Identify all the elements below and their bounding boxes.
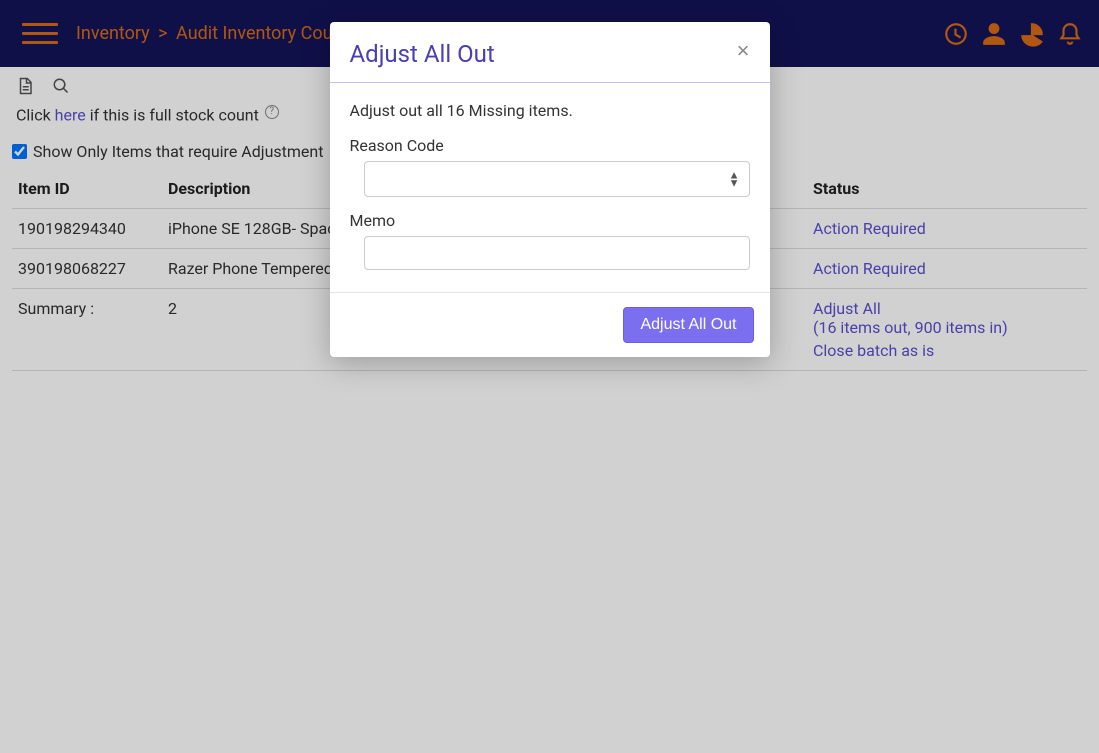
- reason-code-label: Reason Code: [350, 136, 750, 155]
- close-icon[interactable]: ×: [737, 40, 750, 62]
- modal-title: Adjust All Out: [350, 40, 495, 68]
- adjust-all-out-modal: Adjust All Out × Adjust out all 16 Missi…: [330, 22, 770, 357]
- modal-message: Adjust out all 16 Missing items.: [350, 101, 750, 120]
- adjust-all-out-button[interactable]: Adjust All Out: [623, 307, 753, 343]
- modal-footer: Adjust All Out: [330, 292, 770, 357]
- memo-label: Memo: [350, 211, 750, 230]
- memo-input[interactable]: [364, 236, 750, 270]
- modal-body: Adjust out all 16 Missing items. Reason …: [330, 83, 770, 292]
- reason-code-select-wrap: ▲▼: [364, 161, 750, 197]
- reason-code-select[interactable]: [364, 161, 750, 197]
- modal-header: Adjust All Out ×: [330, 22, 770, 83]
